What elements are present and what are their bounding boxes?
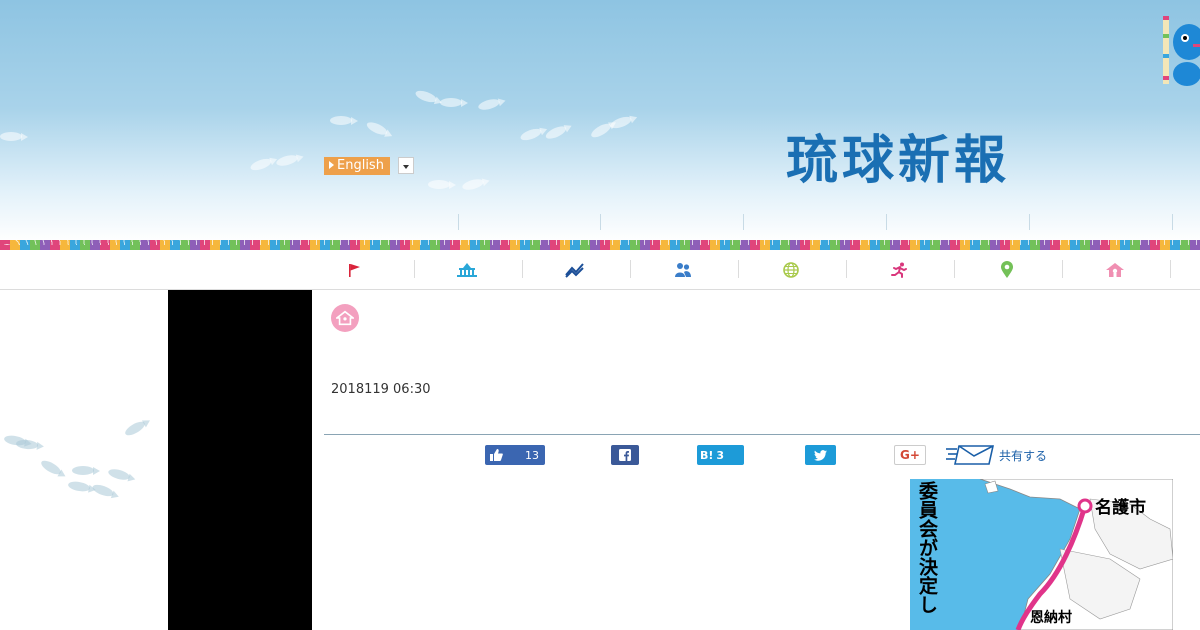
left-decoration (0, 290, 168, 630)
fish-decoration (107, 467, 131, 482)
fish-decoration (91, 482, 115, 499)
divider (324, 434, 1200, 435)
building-icon (457, 262, 477, 277)
thumbs-up-icon (490, 449, 503, 461)
category-local[interactable] (953, 250, 1061, 289)
fish-decoration (519, 126, 543, 143)
google-plus-button[interactable]: G+ (894, 445, 926, 465)
language-english-button[interactable]: English (324, 157, 390, 175)
article-category-badge[interactable] (331, 304, 359, 332)
topnav-divider (743, 214, 744, 230)
fish-decoration (365, 119, 389, 138)
runner-icon (891, 262, 907, 278)
site-header: English 琉球新報 (0, 0, 1200, 242)
map-label-onna: 恩納村 (1030, 610, 1072, 626)
topnav-divider (600, 214, 601, 230)
flag-icon (349, 263, 360, 277)
share-label: 共有する (999, 448, 1048, 463)
twitter-share-button[interactable] (805, 445, 836, 465)
topnav-divider (1172, 214, 1173, 230)
mail-icon (946, 445, 994, 465)
globe-icon (783, 261, 799, 278)
category-economy[interactable] (521, 250, 629, 289)
category-world[interactable] (737, 250, 845, 289)
category-life[interactable] (1061, 250, 1169, 289)
site-logo[interactable]: 琉球新報 (786, 118, 1010, 193)
article-map-image[interactable]: 委員会が決定し 名護市 恩納村 (910, 479, 1173, 630)
fish-decoration (249, 156, 273, 173)
share-mail-button[interactable]: 共有する (945, 445, 1055, 465)
hatena-count: 3 (716, 448, 725, 462)
fish-decoration (275, 153, 299, 168)
category-politics[interactable] (413, 250, 521, 289)
language-label: English (337, 158, 384, 173)
ad-placeholder (168, 290, 312, 630)
hatena-icon: B! (700, 448, 714, 462)
category-flag[interactable] (300, 250, 408, 289)
home-icon (336, 310, 354, 326)
chart-line-icon (565, 262, 584, 278)
map-vertical-caption: 委員会が決定し (916, 481, 938, 614)
map-pin-icon (1001, 260, 1013, 278)
fish-decoration (609, 114, 633, 131)
fish-decoration (39, 458, 63, 477)
twitter-icon (814, 449, 827, 461)
category-nav (0, 250, 1200, 290)
fish-decoration (544, 123, 568, 142)
fish-decoration (330, 116, 358, 125)
decorative-wave-band (0, 240, 1200, 250)
fish-decoration (123, 419, 147, 438)
topnav-divider (1029, 214, 1030, 230)
category-divider (1170, 260, 1171, 278)
category-society[interactable] (629, 250, 737, 289)
category-sports[interactable] (845, 250, 953, 289)
google-plus-icon: G+ (900, 448, 920, 462)
facebook-like-button[interactable]: 13 (485, 445, 545, 465)
fish-decoration (72, 466, 100, 475)
topnav-divider (458, 214, 459, 230)
fish-decoration (477, 97, 501, 112)
map-label-nago: 名護市 (1095, 498, 1146, 518)
home-icon (1106, 262, 1124, 277)
fish-decoration (589, 121, 613, 140)
fish-decoration (0, 132, 28, 141)
fish-decoration (15, 439, 39, 450)
play-icon (329, 161, 334, 169)
facebook-share-button[interactable] (611, 445, 639, 465)
fish-decoration (461, 177, 485, 192)
article-date: 2018119 06:30 (331, 382, 431, 397)
fish-decoration (67, 480, 91, 493)
language-dropdown-button[interactable] (398, 157, 414, 174)
fish-decoration (414, 88, 438, 105)
topnav-divider (886, 214, 887, 230)
fish-decoration (428, 180, 456, 189)
like-count: 13 (525, 448, 539, 462)
fish-decoration (440, 98, 468, 107)
hatena-bookmark-button[interactable]: B! 3 (697, 445, 744, 465)
caret-down-icon (403, 165, 409, 169)
people-icon (675, 262, 691, 277)
mascot-image (1163, 14, 1200, 86)
facebook-icon (619, 449, 631, 461)
